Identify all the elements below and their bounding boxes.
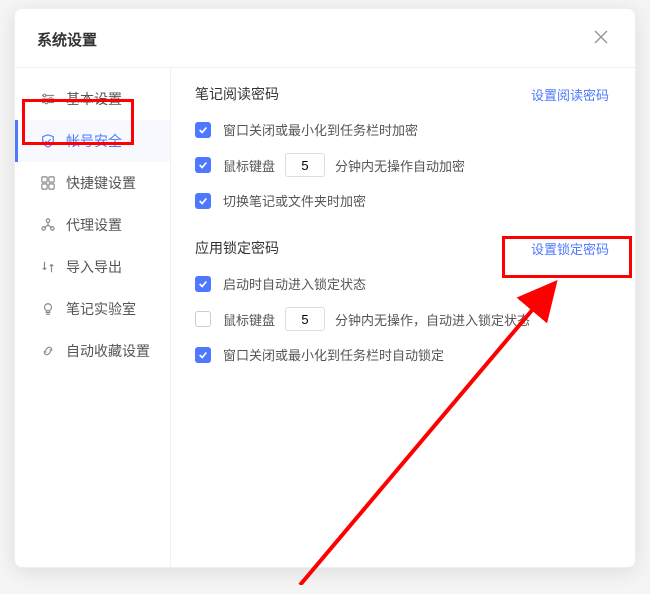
option-label: 切换笔记或文件夹时加密 — [223, 191, 366, 210]
option-label: 鼠标键盘 — [223, 156, 275, 175]
settings-sidebar: 基本设置 帐号安全 快捷键设置 代理设置 — [15, 68, 171, 567]
section-title: 应用锁定密码 — [195, 238, 279, 258]
sidebar-item-label: 代理设置 — [66, 215, 122, 235]
settings-content: 笔记阅读密码 设置阅读密码 窗口关闭或最小化到任务栏时加密 鼠标键盘 分钟内无操… — [171, 68, 635, 567]
option-row: 切换笔记或文件夹时加密 — [195, 191, 609, 210]
sidebar-item-shortcut[interactable]: 快捷键设置 — [15, 162, 170, 204]
option-label: 窗口关闭或最小化到任务栏时自动锁定 — [223, 345, 444, 364]
option-row: 鼠标键盘 分钟内无操作，自动进入锁定状态 — [195, 307, 609, 331]
sliders-icon — [40, 91, 56, 107]
modal-body: 基本设置 帐号安全 快捷键设置 代理设置 — [15, 68, 635, 567]
settings-modal: 系统设置 基本设置 帐号安全 快捷键设置 — [14, 8, 636, 568]
sidebar-item-proxy[interactable]: 代理设置 — [15, 204, 170, 246]
sidebar-item-label: 帐号安全 — [66, 131, 122, 151]
checkbox-encrypt-idle[interactable] — [195, 157, 211, 173]
section-header: 应用锁定密码 设置锁定密码 — [195, 238, 609, 258]
set-lock-password-link[interactable]: 设置锁定密码 — [531, 239, 609, 258]
network-icon — [40, 217, 56, 233]
sidebar-item-label: 笔记实验室 — [66, 299, 136, 319]
lock-idle-minutes-input[interactable] — [285, 307, 325, 331]
option-label: 鼠标键盘 — [223, 310, 275, 329]
section-read-password: 笔记阅读密码 设置阅读密码 窗口关闭或最小化到任务栏时加密 鼠标键盘 分钟内无操… — [195, 84, 609, 210]
link-icon — [40, 343, 56, 359]
sidebar-item-label: 导入导出 — [66, 257, 122, 277]
close-icon — [593, 29, 609, 45]
checkbox-encrypt-on-switch[interactable] — [195, 193, 211, 209]
sidebar-item-label: 快捷键设置 — [66, 173, 136, 193]
close-button[interactable] — [589, 25, 613, 53]
option-label: 启动时自动进入锁定状态 — [223, 274, 366, 293]
option-label: 分钟内无操作自动加密 — [335, 156, 465, 175]
modal-title: 系统设置 — [37, 29, 97, 50]
shield-icon — [40, 133, 56, 149]
idle-minutes-input[interactable] — [285, 153, 325, 177]
import-export-icon — [40, 259, 56, 275]
section-header: 笔记阅读密码 设置阅读密码 — [195, 84, 609, 104]
modal-header: 系统设置 — [15, 9, 635, 68]
option-row: 鼠标键盘 分钟内无操作自动加密 — [195, 153, 609, 177]
section-title: 笔记阅读密码 — [195, 84, 279, 104]
option-row: 窗口关闭或最小化到任务栏时自动锁定 — [195, 345, 609, 364]
option-label: 窗口关闭或最小化到任务栏时加密 — [223, 120, 418, 139]
bulb-icon — [40, 301, 56, 317]
sidebar-item-import[interactable]: 导入导出 — [15, 246, 170, 288]
option-label: 分钟内无操作，自动进入锁定状态 — [335, 310, 530, 329]
sidebar-item-autosave[interactable]: 自动收藏设置 — [15, 330, 170, 372]
sidebar-item-label: 自动收藏设置 — [66, 341, 150, 361]
checkbox-lock-idle[interactable] — [195, 311, 211, 327]
set-read-password-link[interactable]: 设置阅读密码 — [531, 85, 609, 104]
sidebar-item-label: 基本设置 — [66, 89, 122, 109]
option-row: 窗口关闭或最小化到任务栏时加密 — [195, 120, 609, 139]
sidebar-item-security[interactable]: 帐号安全 — [15, 120, 170, 162]
sidebar-item-basic[interactable]: 基本设置 — [15, 78, 170, 120]
checkbox-lock-on-start[interactable] — [195, 276, 211, 292]
option-row: 启动时自动进入锁定状态 — [195, 274, 609, 293]
keyboard-icon — [40, 175, 56, 191]
section-lock-password: 应用锁定密码 设置锁定密码 启动时自动进入锁定状态 鼠标键盘 分钟内无操作，自动… — [195, 238, 609, 364]
sidebar-item-lab[interactable]: 笔记实验室 — [15, 288, 170, 330]
checkbox-lock-on-close[interactable] — [195, 347, 211, 363]
checkbox-encrypt-on-close[interactable] — [195, 122, 211, 138]
